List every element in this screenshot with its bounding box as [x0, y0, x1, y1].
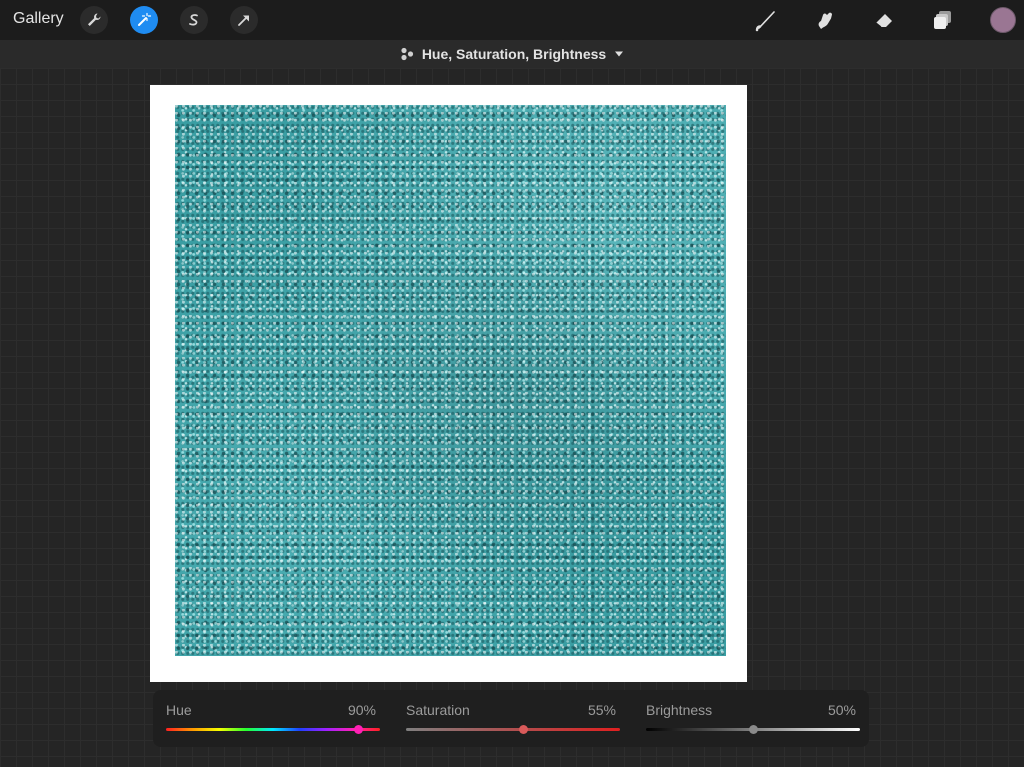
selection-button[interactable]	[180, 6, 208, 34]
adjustments-dots-icon	[401, 47, 413, 61]
top-toolbar: Gallery	[0, 0, 1024, 40]
hue-slider-group: Hue 90%	[166, 702, 380, 742]
brightness-slider-knob[interactable]	[748, 725, 758, 734]
saturation-slider-track[interactable]	[406, 728, 620, 731]
glitter-texture-image	[175, 105, 726, 656]
transform-button[interactable]	[230, 6, 258, 34]
smudge-icon	[818, 12, 832, 29]
brightness-slider-group: Brightness 50%	[646, 702, 860, 742]
saturation-slider-group: Saturation 55%	[406, 702, 620, 742]
chevron-down-icon	[615, 51, 624, 57]
brightness-value: 50%	[827, 702, 856, 718]
selection-s-icon	[189, 14, 198, 26]
brush-button[interactable]	[752, 6, 780, 34]
brush-icon	[755, 11, 775, 32]
hue-label: Hue	[166, 702, 192, 718]
transform-arrow-icon	[238, 15, 249, 26]
saturation-value: 55%	[587, 702, 616, 718]
layers-icon	[934, 11, 951, 29]
adjustment-header: Hue, Saturation, Brightness	[0, 40, 1024, 68]
saturation-slider-knob[interactable]	[519, 725, 529, 734]
color-swatch-button[interactable]	[990, 7, 1016, 33]
procreate-app: Gallery Hue, Saturation, Brightness Hue …	[0, 0, 1024, 767]
magic-wand-icon	[138, 12, 152, 26]
smudge-button[interactable]	[811, 6, 839, 34]
adjustments-wand-button[interactable]	[130, 6, 158, 34]
actions-wrench-button[interactable]	[80, 6, 108, 34]
hue-slider-knob[interactable]	[354, 725, 364, 734]
hue-slider-track[interactable]	[166, 728, 380, 731]
canvas[interactable]	[150, 85, 747, 682]
brightness-label: Brightness	[646, 702, 713, 718]
hsb-slider-panel: Hue 90% Saturation 55% Brightness 50%	[153, 690, 869, 747]
saturation-label: Saturation	[406, 702, 470, 718]
hue-value: 90%	[347, 702, 376, 718]
gallery-button[interactable]: Gallery	[13, 10, 64, 28]
wrench-icon	[88, 13, 101, 26]
eraser-button[interactable]	[870, 6, 898, 34]
adjustment-title-button[interactable]: Hue, Saturation, Brightness	[0, 46, 1024, 62]
eraser-icon	[875, 14, 892, 28]
layers-button[interactable]	[929, 6, 957, 34]
adjustment-title: Hue, Saturation, Brightness	[421, 46, 607, 62]
